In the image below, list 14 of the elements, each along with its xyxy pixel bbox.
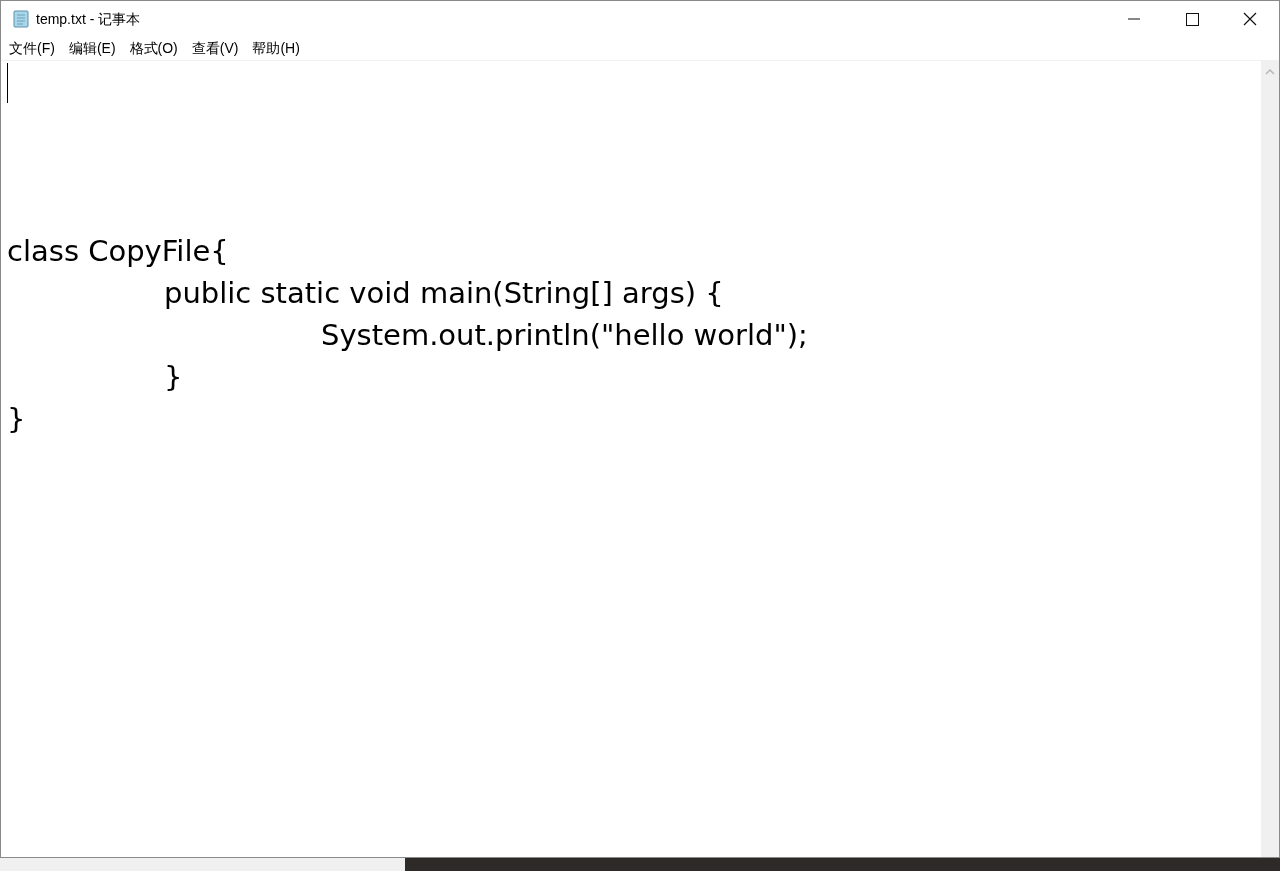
- window-title: temp.txt - 记事本: [36, 9, 141, 29]
- scrollbar[interactable]: [1261, 61, 1279, 857]
- menu-item[interactable]: 格式(O): [129, 38, 178, 59]
- maximize-icon: [1185, 12, 1199, 26]
- menu-item[interactable]: 文件(F): [9, 38, 55, 59]
- text-cursor: [7, 63, 8, 103]
- editor-text[interactable]: class CopyFile{ public static void main(String[] args) { System.out.println("hello world"); } }: [1, 61, 1261, 440]
- menu-item[interactable]: 编辑(E): [68, 38, 116, 59]
- notepad-icon: [11, 9, 31, 29]
- scroll-up-icon: [1265, 69, 1275, 75]
- minimize-icon: [1128, 18, 1140, 20]
- close-icon: [1243, 12, 1257, 26]
- menu-item[interactable]: 帮助(H): [252, 38, 300, 59]
- menu-item[interactable]: 查看(V): [191, 38, 239, 59]
